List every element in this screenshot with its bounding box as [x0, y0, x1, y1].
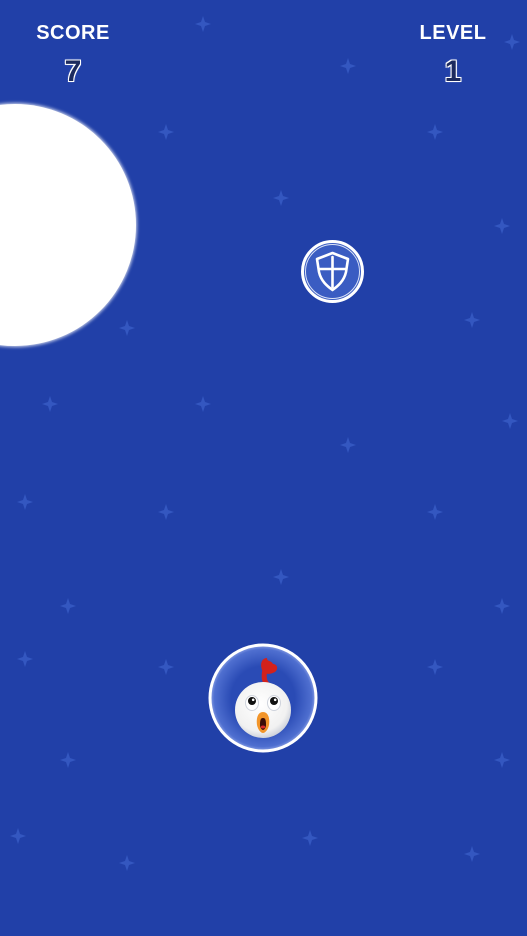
star-icon [427, 504, 443, 520]
star-icon [195, 396, 211, 412]
star-icon [10, 828, 26, 844]
star-icon [494, 218, 510, 234]
star-icon [17, 494, 33, 510]
star-icon [17, 651, 33, 667]
star-icon [273, 569, 289, 585]
star-icon [502, 413, 518, 429]
star-icon [42, 396, 58, 412]
left-eye [248, 697, 256, 705]
star-icon [119, 320, 135, 336]
chicken-player[interactable] [207, 642, 319, 754]
star-icon [340, 58, 356, 74]
star-icon [273, 190, 289, 206]
star-icon [494, 752, 510, 768]
level-value: 1 [444, 55, 462, 88]
star-icon [60, 752, 76, 768]
star-icon [158, 504, 174, 520]
game-stage[interactable]: SCORE 7 LEVEL 1 [0, 0, 527, 936]
star-icon [302, 830, 318, 846]
star-icon [119, 855, 135, 871]
level-label: LEVEL [419, 22, 487, 44]
star-icon [340, 437, 356, 453]
star-icon [494, 598, 510, 614]
score-label: SCORE [36, 22, 110, 44]
star-icon [60, 598, 76, 614]
star-icon [427, 124, 443, 140]
star-icon [158, 124, 174, 140]
right-eye [270, 697, 278, 705]
score-value: 7 [64, 55, 82, 88]
score-display: SCORE 7 [18, 22, 128, 89]
star-icon [195, 16, 211, 32]
shield-powerup[interactable] [300, 239, 365, 304]
star-icon [464, 846, 480, 862]
star-icon [427, 659, 443, 675]
level-display: LEVEL 1 [398, 22, 508, 89]
star-icon [464, 312, 480, 328]
star-icon [158, 659, 174, 675]
